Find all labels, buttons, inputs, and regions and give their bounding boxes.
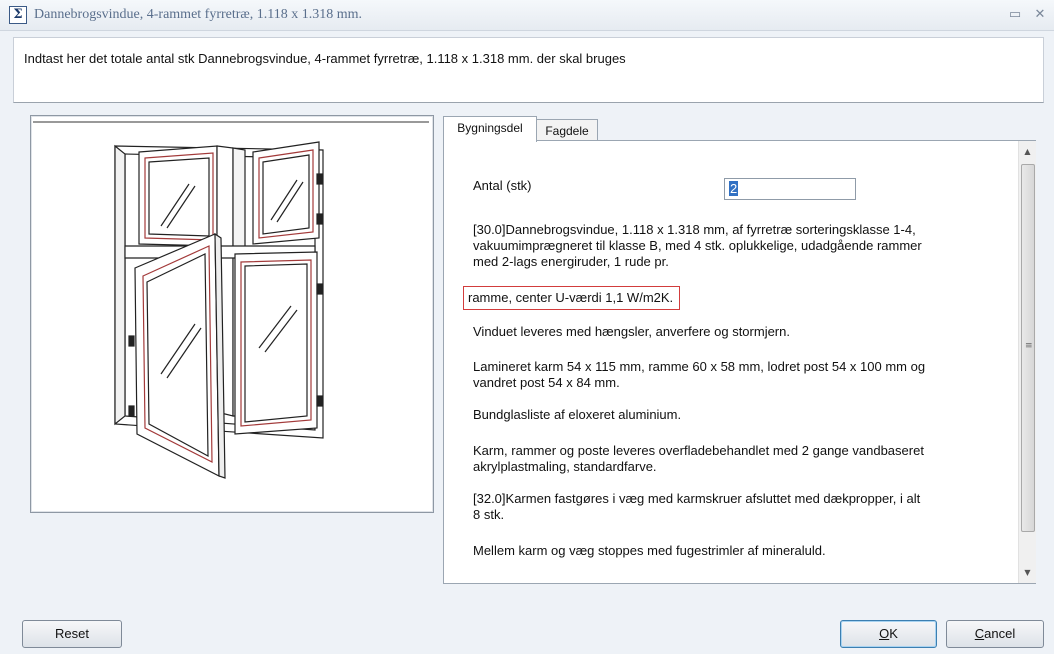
tab-bygningsdel[interactable]: Bygningsdel bbox=[443, 116, 537, 142]
cancel-label-rest: ancel bbox=[984, 626, 1016, 641]
scroll-up-icon[interactable]: ▲ bbox=[1019, 143, 1036, 160]
close-button[interactable]: ✕ bbox=[1030, 6, 1050, 24]
description-paragraph-8: Mellem karm og væg stoppes med fugestrim… bbox=[473, 543, 826, 558]
description-paragraph-2-highlighted: ramme, center U-værdi 1,1 W/m2K. bbox=[463, 286, 681, 310]
antal-value: 2 bbox=[729, 181, 739, 196]
description-paragraph-6: Karm, rammer og poste leveres overfladeb… bbox=[473, 443, 924, 474]
window-title: Dannebrogsvindue, 4-rammet fyrretræ, 1.1… bbox=[34, 7, 363, 22]
cancel-button[interactable]: Cancel bbox=[946, 620, 1044, 648]
description-paragraph-1: [30.0]Dannebrogsvindue, 1.118 x 1.318 mm… bbox=[473, 222, 922, 269]
ok-button[interactable]: OK bbox=[840, 620, 937, 648]
description-paragraph-4: Lamineret karm 54 x 115 mm, ramme 60 x 5… bbox=[473, 359, 926, 390]
tab-fagdele[interactable]: Fagdele bbox=[536, 119, 598, 142]
description-scroll-area[interactable]: Antal (stk) 2 [30.0]Dannebrogsvindue, 1.… bbox=[444, 141, 1018, 583]
description-paragraph-3: Vinduet leveres med hængsler, anverfere … bbox=[473, 324, 790, 339]
vertical-scrollbar[interactable]: ▲ ≡ ▼ bbox=[1018, 141, 1036, 583]
grip-icon: ≡ bbox=[1025, 341, 1033, 351]
instruction-text: Indtast her det totale antal stk Dannebr… bbox=[24, 51, 626, 66]
ok-label-rest: K bbox=[889, 626, 898, 641]
reset-button[interactable]: Reset bbox=[22, 620, 122, 648]
minimize-button[interactable]: ▭ bbox=[1005, 6, 1025, 24]
cancel-mnemonic: C bbox=[974, 626, 985, 641]
antal-input[interactable]: 2 bbox=[724, 178, 856, 200]
scrollbar-thumb[interactable]: ≡ bbox=[1021, 164, 1035, 532]
ok-mnemonic: O bbox=[879, 626, 890, 641]
tab-content-bygningsdel: Antal (stk) 2 [30.0]Dannebrogsvindue, 1.… bbox=[443, 140, 1036, 584]
scroll-down-icon[interactable]: ▼ bbox=[1019, 564, 1036, 581]
window-illustration bbox=[33, 121, 429, 479]
product-image-panel bbox=[30, 115, 434, 513]
sigma-icon: Σ bbox=[9, 6, 27, 24]
description-paragraph-7: [32.0]Karmen fastgøres i væg med karmskr… bbox=[473, 491, 921, 522]
title-bar: Σ Dannebrogsvindue, 4-rammet fyrretræ, 1… bbox=[0, 0, 1054, 31]
antal-label: Antal (stk) bbox=[473, 178, 532, 193]
instruction-panel: Indtast her det totale antal stk Dannebr… bbox=[13, 37, 1044, 103]
description-paragraph-5: Bundglasliste af eloxeret aluminium. bbox=[473, 407, 682, 422]
